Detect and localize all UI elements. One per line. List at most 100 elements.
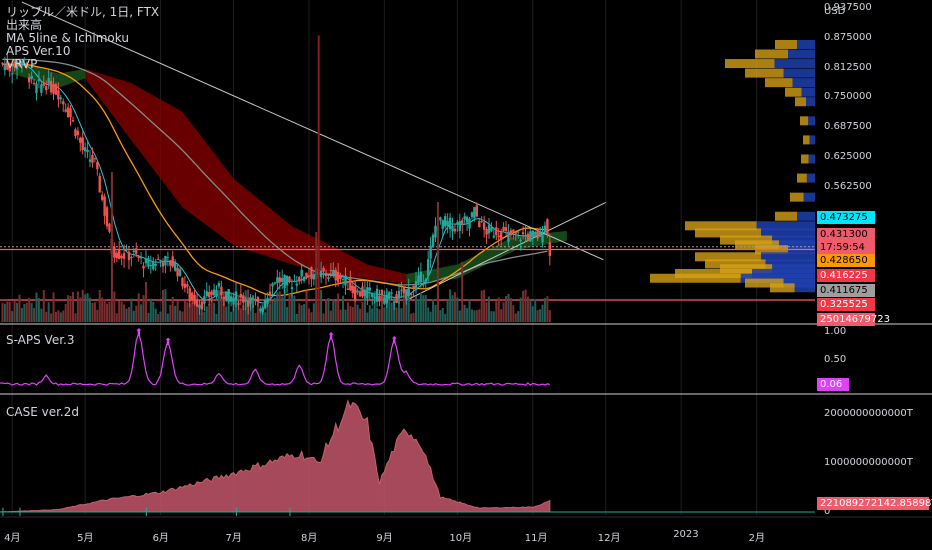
candle-body [281,277,284,282]
volume-bar [485,302,488,322]
volume-bar [473,310,476,322]
candle-body [86,149,89,153]
vrvp-bar [774,59,815,69]
candle-body [444,216,447,227]
candle-body [346,288,350,290]
candle-body [164,255,167,266]
volume-bar [509,298,512,322]
ichimoku-cloud-segment [85,68,132,141]
volume-bar [98,290,101,322]
volume-bar [312,303,315,322]
volume-bar [6,301,9,322]
volume-bar [453,291,456,322]
candle-body [276,277,279,284]
candle-body [271,283,274,287]
price-tag-5[interactable]: 0.411675 [817,284,875,297]
volume-bar [35,292,38,322]
candle-body [482,222,486,230]
candle-body [439,217,442,221]
volume-bar [164,289,167,322]
volume-bar [23,303,26,322]
candle-body [514,232,517,234]
volume-bar [424,295,427,322]
volume-bar [449,289,452,322]
volume-bar [76,291,79,322]
chart-canvas[interactable]: ⬆ ⬆ ⬆ ⬆ + + + + + [0,0,932,550]
candle-body [215,290,218,297]
candle-body [188,288,191,302]
candle-body [446,220,449,226]
candle-body [166,257,170,259]
volume-bar [293,295,296,322]
price-tag-1[interactable]: 0.431300 [817,228,875,241]
volume-bar [13,300,16,322]
price-tag-3[interactable]: 0.428650 [817,254,875,267]
time-tick-1: 5月 [77,533,94,544]
volume-bar [225,306,228,322]
volume-bar [254,312,257,322]
candle-body [546,219,549,235]
candle-body [419,271,423,283]
volume-bar [69,296,72,322]
volume-bar [541,304,544,322]
volume-bar [176,300,179,322]
price-tag-4[interactable]: 0.416225 [817,269,875,282]
volume-bar [25,302,28,322]
volume-bar [210,299,213,322]
vrvp-bar [801,87,815,97]
time-tick-8: 12月 [597,533,621,544]
time-tick-4: 8月 [300,533,318,544]
candle-body [468,218,471,229]
volume-bar [203,311,206,322]
vrvp-bar [775,211,797,221]
candle-body [307,275,311,277]
time-tick-3: 7月 [225,533,242,544]
candle-body [222,296,226,299]
candle-body [183,283,187,288]
candle-body [263,300,267,309]
price-tag-7[interactable]: 25014679723 [817,313,890,326]
price-tag-6[interactable]: 0.325525 [817,298,875,311]
vrvp-bar [803,192,815,202]
volume-bar [137,293,140,322]
legend-vrvp[interactable]: VRVP [6,58,159,71]
candle-body [402,287,406,293]
volume-bar [8,301,11,322]
case-value-tag[interactable]: 221089272142.85898T [817,497,932,510]
candle-body [431,234,435,247]
vrvp-bar [795,97,806,107]
saps-pane-title[interactable]: S-APS Ver.3 [6,333,75,347]
candle-body [341,278,345,280]
volume-bar [361,302,364,322]
volume-bar [519,297,522,322]
candle-body [473,207,476,219]
volume-bar [478,309,481,322]
volume-bar [127,307,130,322]
volume-bar [307,308,310,322]
case-tick-1: 1000000000000T [824,457,913,468]
candle-body [310,267,313,280]
volume-bar [162,289,164,322]
volume-bar [505,296,508,322]
saps-value-tag[interactable]: 0.06 [817,378,849,391]
volume-bar [529,298,532,322]
case-pane-title[interactable]: CASE ver.2d [6,405,79,419]
candle-body [541,235,544,243]
volume-bar [215,313,218,322]
volume-bar [186,302,189,322]
candle-body [120,255,123,259]
vrvp-bar [650,273,741,283]
price-tag-2[interactable]: 17:59:54 [817,241,875,254]
vrvp-bar [797,173,807,183]
price-tag-0[interactable]: 0.473275 [817,211,875,224]
candle-body [64,109,67,112]
case-signal-marker-3: + [231,505,242,520]
volume-bar [200,313,203,322]
volume-bar [502,302,505,322]
candle-body [543,225,547,233]
volume-bar [300,305,303,322]
volume-bar [130,298,133,322]
candle-body [203,296,206,304]
candle-body [536,229,539,239]
volume-bar [273,298,276,322]
